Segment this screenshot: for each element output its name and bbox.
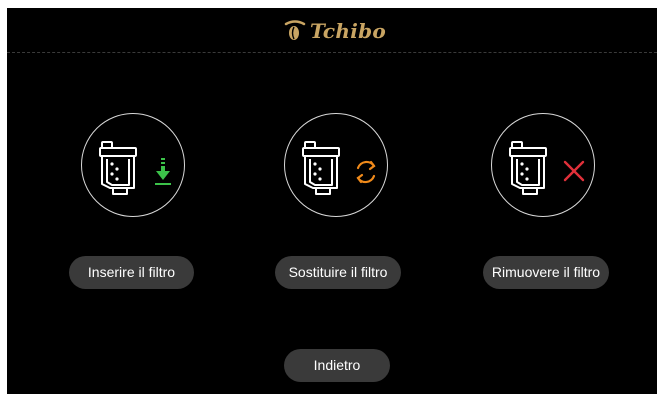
option-remove-filter: Rimuovere il filtro — [437, 113, 637, 293]
brand-name: Tchibo — [310, 19, 387, 43]
header: Tchibo — [7, 8, 657, 53]
filter-screen: Tchibo Inserire il filtro Sostituire il … — [7, 8, 657, 394]
brand-logo: Tchibo — [282, 16, 392, 46]
option-replace-filter: Sostituire il filtro — [232, 113, 432, 293]
coffee-bean-logo-icon — [284, 20, 306, 40]
insert-filter-icon-circle[interactable] — [81, 113, 185, 217]
replace-filter-button[interactable]: Sostituire il filtro — [275, 256, 401, 289]
close-icon — [563, 160, 585, 182]
refresh-icon — [356, 160, 376, 184]
replace-filter-icon-circle[interactable] — [284, 113, 388, 217]
option-insert-filter: Inserire il filtro — [32, 113, 232, 293]
insert-filter-button[interactable]: Inserire il filtro — [69, 256, 194, 289]
arrow-down-icon — [155, 158, 171, 185]
back-button[interactable]: Indietro — [284, 349, 390, 382]
remove-filter-icon-circle[interactable] — [491, 113, 595, 217]
remove-filter-button[interactable]: Rimuovere il filtro — [483, 256, 609, 289]
